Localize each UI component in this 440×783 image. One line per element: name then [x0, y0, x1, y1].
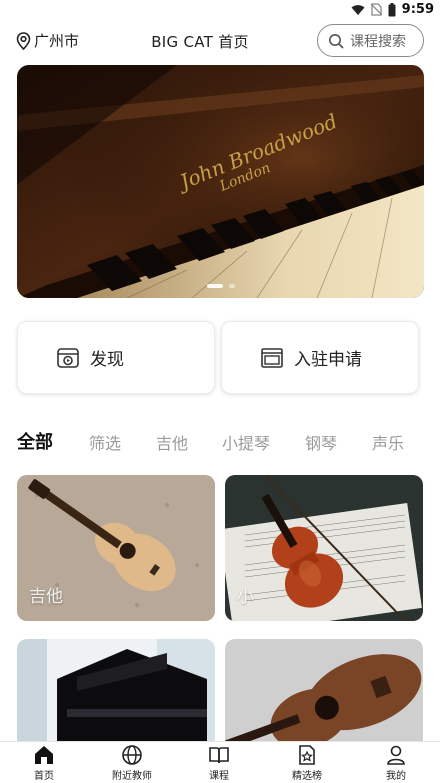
course-card-ukulele[interactable]	[225, 639, 423, 749]
apply-icon	[261, 347, 283, 368]
nav-ranking[interactable]: 精选榜	[272, 744, 342, 782]
nav-label: 我的	[386, 771, 406, 782]
status-bar: 9:59	[0, 0, 440, 20]
home-icon	[35, 746, 53, 764]
nav-home[interactable]: 首页	[9, 744, 79, 782]
nav-label: 课程	[209, 771, 229, 782]
course-card-guitar[interactable]: 吉他	[17, 475, 215, 621]
course-card-violin[interactable]: 小	[225, 475, 423, 621]
piano-keys-photo: John Broadwood London	[17, 65, 424, 298]
search-placeholder: 课程搜索	[350, 33, 406, 50]
course-card-piano[interactable]	[17, 639, 215, 749]
carousel-dot[interactable]	[228, 284, 235, 288]
discover-icon	[57, 347, 79, 368]
battery-icon	[388, 2, 396, 16]
apply-label: 入驻申请	[294, 350, 362, 370]
carousel-dot[interactable]	[206, 284, 223, 288]
status-time: 9:59	[401, 2, 434, 17]
discover-label: 发现	[90, 350, 124, 370]
tab-guitar[interactable]: 吉他	[156, 430, 188, 454]
tab-vocal[interactable]: 声乐	[372, 430, 404, 454]
course-label: 吉他	[29, 587, 63, 607]
violin-photo	[225, 475, 423, 621]
header: 广州市 BIG CAT 首页 课程搜索	[0, 22, 440, 62]
course-label: 小	[237, 587, 254, 607]
tab-all[interactable]: 全部	[17, 428, 53, 454]
category-tabs: 全部 筛选 吉他 小提琴 钢琴 声乐	[17, 430, 427, 456]
wifi-icon	[351, 4, 365, 15]
discover-card[interactable]: 发现	[17, 321, 215, 394]
tab-filter[interactable]: 筛选	[89, 430, 121, 454]
carousel-indicator	[17, 284, 424, 288]
no-sim-icon	[370, 3, 382, 16]
apply-card[interactable]: 入驻申请	[221, 321, 419, 394]
ukulele-photo	[225, 639, 423, 749]
ranking-icon	[299, 745, 315, 765]
nav-profile[interactable]: 我的	[361, 744, 431, 782]
profile-icon	[387, 745, 405, 765]
tab-piano[interactable]: 钢琴	[305, 430, 337, 454]
banner-carousel[interactable]: John Broadwood London	[17, 65, 424, 298]
bottom-nav: 首页 附近教师 课程 精选榜 我的	[0, 741, 440, 783]
nav-label: 精选榜	[292, 771, 322, 782]
nav-courses[interactable]: 课程	[184, 744, 254, 782]
nav-nearby-teachers[interactable]: 附近教师	[97, 744, 167, 782]
nav-label: 首页	[34, 771, 54, 782]
globe-icon	[122, 745, 142, 765]
tab-violin[interactable]: 小提琴	[222, 430, 270, 454]
search-icon	[329, 33, 344, 48]
book-icon	[209, 747, 229, 764]
nav-label: 附近教师	[112, 771, 152, 782]
search-input[interactable]: 课程搜索	[317, 24, 424, 57]
grand-piano-photo	[17, 639, 215, 749]
